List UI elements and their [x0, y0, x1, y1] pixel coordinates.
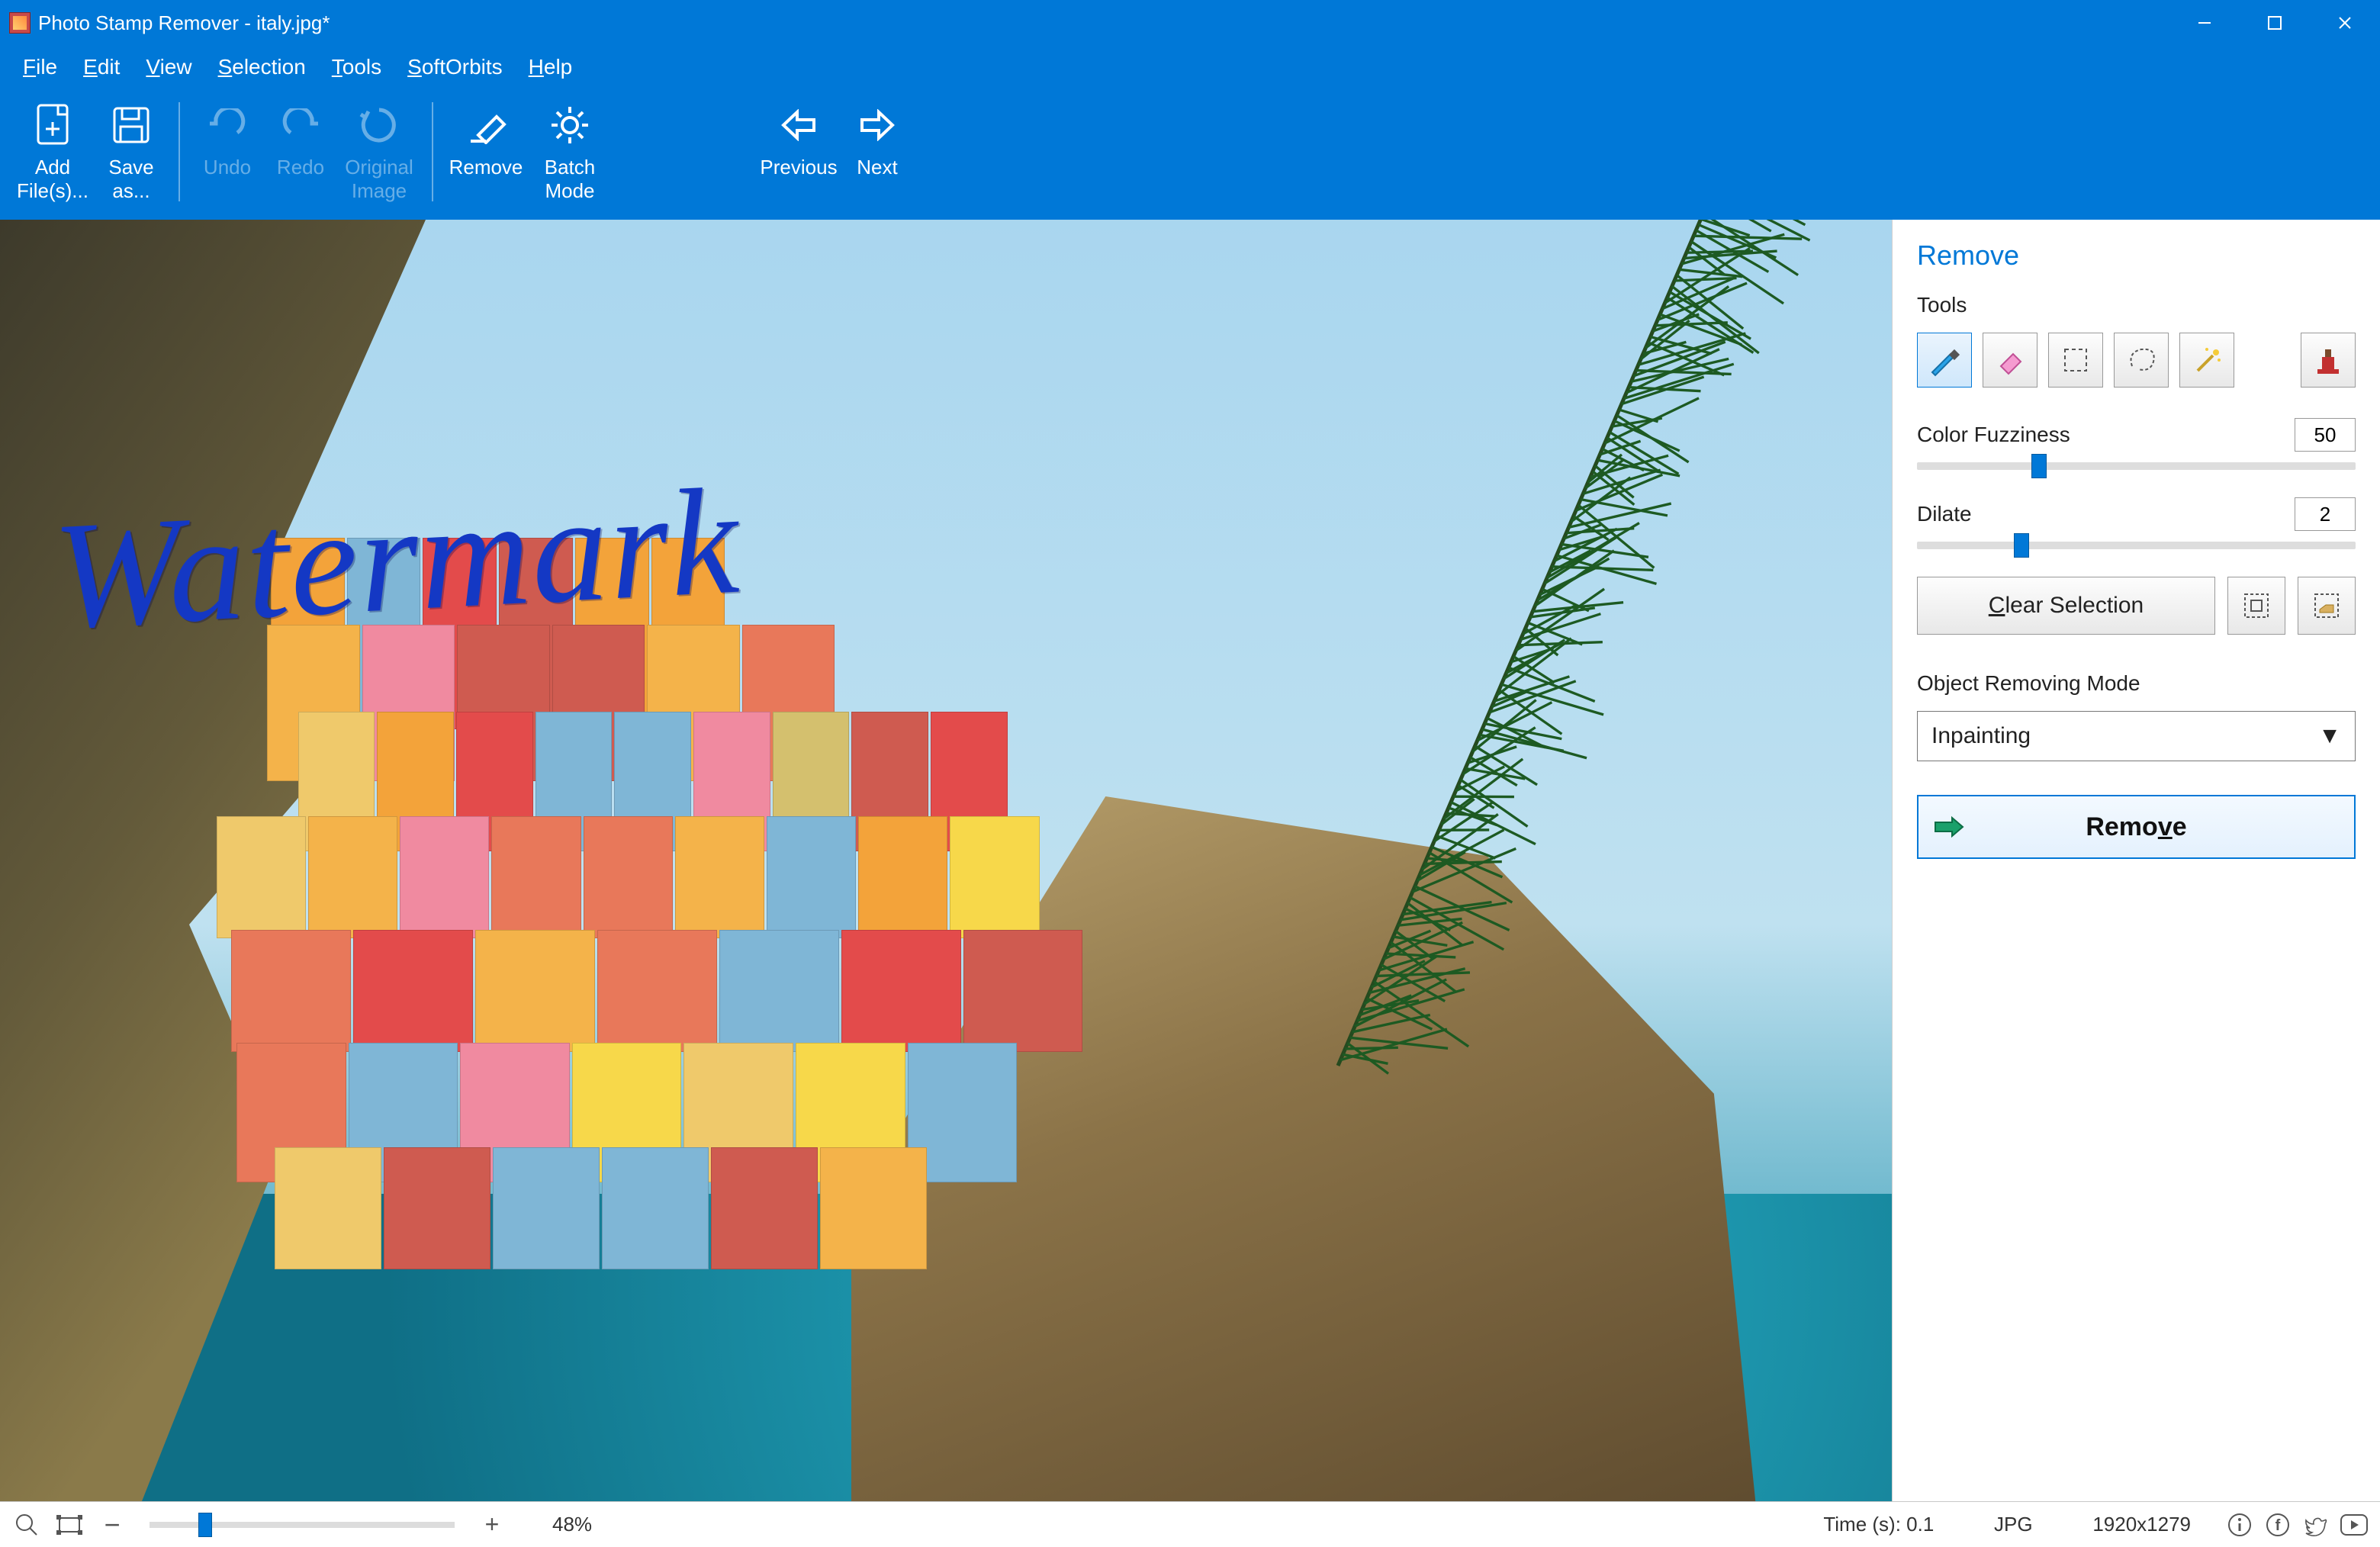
arrow-left-icon [779, 101, 819, 150]
load-selection-button[interactable] [2298, 577, 2356, 635]
remove-button[interactable]: Remove [444, 95, 528, 214]
add-files-label: Add File(s)... [11, 156, 95, 203]
chevron-down-icon: ▼ [2318, 723, 2341, 749]
marker-tool[interactable] [1917, 333, 1972, 388]
menu-view[interactable]: View [146, 55, 191, 79]
title-bar: Photo Stamp Remover - italy.jpg* [0, 0, 2380, 46]
status-bar: − + 48% Time (s): 0.1 JPG 1920x1279 f [0, 1501, 2380, 1547]
maximize-button[interactable] [2240, 0, 2310, 46]
next-button[interactable]: Next [841, 95, 914, 214]
toolbar-separator [432, 102, 433, 201]
color-fuzziness-slider[interactable] [1917, 462, 2356, 470]
lasso-tool[interactable] [2114, 333, 2169, 388]
svg-text:f: f [2275, 1517, 2281, 1534]
zoom-out-button[interactable]: − [96, 1509, 128, 1541]
save-as-button[interactable]: Save as... [95, 95, 168, 214]
undo-label: Undo [204, 156, 251, 179]
previous-button[interactable]: Previous [757, 95, 841, 214]
redo-button[interactable]: Redo [264, 95, 337, 214]
save-as-label: Save as... [95, 156, 168, 203]
facebook-icon[interactable]: f [2263, 1510, 2293, 1540]
menu-selection[interactable]: Selection [218, 55, 306, 79]
info-icon[interactable] [2224, 1510, 2255, 1540]
menu-edit[interactable]: Edit [83, 55, 120, 79]
dilate-slider[interactable] [1917, 542, 2356, 549]
tools-label: Tools [1917, 293, 2356, 317]
eraser-icon [463, 101, 509, 150]
mode-value: Inpainting [1931, 723, 2031, 749]
zoom-slider[interactable] [150, 1522, 455, 1528]
original-image-icon [358, 101, 400, 150]
window-title: Photo Stamp Remover - italy.jpg* [38, 11, 330, 35]
zoom-in-button[interactable]: + [476, 1509, 508, 1541]
redo-label: Redo [277, 156, 324, 179]
mode-label: Object Removing Mode [1917, 671, 2356, 696]
undo-button[interactable]: Undo [191, 95, 264, 214]
rectangle-select-tool[interactable] [2048, 333, 2103, 388]
remove-action-button[interactable]: Remove [1917, 795, 2356, 859]
batch-mode-button[interactable]: Batch Mode [528, 95, 612, 214]
arrow-right-icon [1934, 816, 1964, 838]
batch-mode-label: Batch Mode [528, 156, 612, 203]
clear-selection-button[interactable]: Clear Selection [1917, 577, 2215, 635]
app-icon [9, 12, 31, 34]
format-label: JPG [1967, 1513, 2059, 1536]
time-label: Time (s): 0.1 [1823, 1513, 1934, 1536]
zoom-percent-label: 48% [552, 1513, 592, 1536]
redo-icon [280, 101, 321, 150]
toolbar: Add File(s)... Save as... Undo Redo [0, 88, 2380, 220]
tools-row [1917, 333, 2356, 388]
save-icon [110, 101, 153, 150]
add-file-icon [32, 101, 73, 150]
undo-icon [207, 101, 248, 150]
eraser-tool[interactable] [1983, 333, 2037, 388]
dilate-input[interactable] [2295, 497, 2356, 531]
gear-icon [548, 101, 591, 150]
color-fuzziness-input[interactable] [2295, 418, 2356, 452]
youtube-icon[interactable] [2339, 1510, 2369, 1540]
add-files-button[interactable]: Add File(s)... [11, 95, 95, 214]
next-label: Next [857, 156, 897, 179]
pine-branch-decoration [946, 220, 1892, 1322]
close-button[interactable] [2310, 0, 2380, 46]
save-selection-button[interactable] [2227, 577, 2285, 635]
menu-file[interactable]: File [23, 55, 57, 79]
zoom-reset-button[interactable] [11, 1509, 43, 1541]
toolbar-separator [178, 102, 180, 201]
color-fuzziness-label: Color Fuzziness [1917, 423, 2070, 447]
panel-title: Remove [1917, 240, 2356, 272]
original-image-button[interactable]: Original Image [337, 95, 421, 214]
menu-bar: File Edit View Selection Tools SoftOrbit… [0, 46, 2380, 88]
twitter-icon[interactable] [2301, 1510, 2331, 1540]
fit-to-screen-button[interactable] [53, 1509, 85, 1541]
minimize-button[interactable] [2169, 0, 2240, 46]
canvas-area[interactable]: Watermark [0, 220, 1892, 1501]
arrow-right-icon [857, 101, 897, 150]
menu-softorbits[interactable]: SoftOrbits [407, 55, 503, 79]
original-image-label: Original Image [337, 156, 421, 203]
magic-wand-tool[interactable] [2179, 333, 2234, 388]
dimensions-label: 1920x1279 [2092, 1513, 2191, 1536]
remove-panel: Remove Tools Color [1892, 220, 2380, 1501]
remove-label: Remove [449, 156, 523, 179]
mode-select[interactable]: Inpainting ▼ [1917, 711, 2356, 761]
menu-help[interactable]: Help [529, 55, 573, 79]
clone-stamp-tool[interactable] [2301, 333, 2356, 388]
menu-tools[interactable]: Tools [332, 55, 381, 79]
watermark-text: Watermark [50, 454, 744, 664]
dilate-label: Dilate [1917, 502, 1972, 526]
previous-label: Previous [760, 156, 837, 179]
